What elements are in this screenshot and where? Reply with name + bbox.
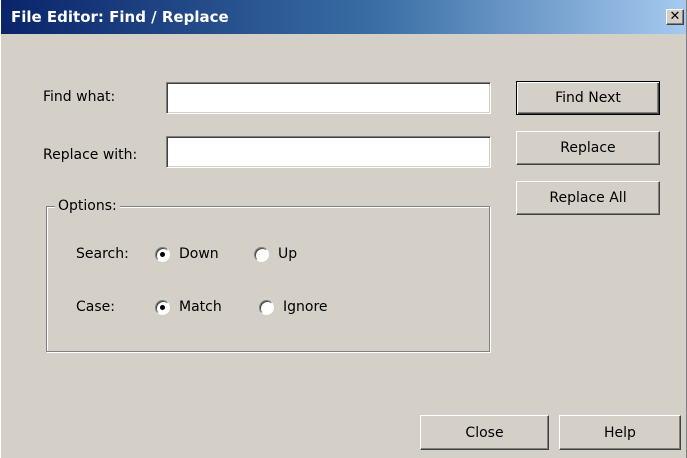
replace-with-label: Replace with: <box>43 147 138 163</box>
close-icon: ✕ <box>669 9 681 24</box>
case-ignore-label[interactable]: Ignore <box>283 299 328 315</box>
case-match-radio[interactable] <box>155 300 170 315</box>
case-match-label[interactable]: Match <box>179 299 222 315</box>
radio-selected-icon <box>160 252 165 257</box>
find-replace-dialog: File Editor: Find / Replace ✕ Find what:… <box>0 0 687 458</box>
close-window-button[interactable]: ✕ <box>666 9 684 25</box>
radio-selected-icon <box>160 305 165 310</box>
replace-button[interactable]: Replace <box>516 131 660 165</box>
search-down-label[interactable]: Down <box>179 246 219 262</box>
find-what-label: Find what: <box>43 89 116 105</box>
options-groupbox <box>46 206 490 352</box>
replace-all-button[interactable]: Replace All <box>516 181 660 215</box>
replace-with-input[interactable] <box>166 136 491 168</box>
search-up-radio[interactable] <box>254 247 269 262</box>
search-down-radio[interactable] <box>155 247 170 262</box>
close-button[interactable]: Close <box>420 415 549 450</box>
search-label: Search: <box>76 246 129 262</box>
window-title: File Editor: Find / Replace <box>11 8 229 26</box>
case-label: Case: <box>76 299 115 315</box>
case-ignore-radio[interactable] <box>259 300 274 315</box>
search-up-label[interactable]: Up <box>278 246 297 262</box>
help-button[interactable]: Help <box>559 415 681 450</box>
title-bar[interactable]: File Editor: Find / Replace ✕ <box>1 0 686 34</box>
find-what-input[interactable] <box>166 82 491 114</box>
find-next-button[interactable]: Find Next <box>516 81 660 115</box>
options-legend: Options: <box>55 198 120 214</box>
